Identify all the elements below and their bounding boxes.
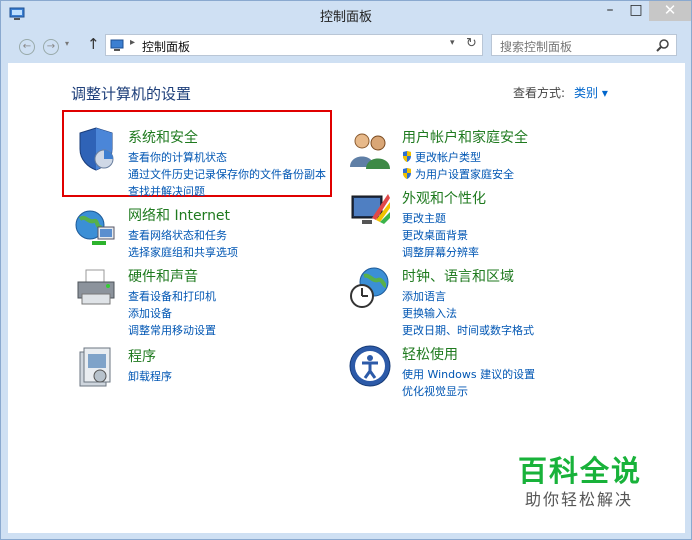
category-title-ease-of-access[interactable]: 轻松使用 <box>402 344 458 364</box>
category-title-appearance[interactable]: 外观和个性化 <box>402 188 486 208</box>
search-icon[interactable] <box>656 38 670 52</box>
appearance-icon <box>351 194 390 224</box>
link-change-account-type[interactable]: 更改帐户类型 <box>402 149 481 165</box>
category-title-system-security[interactable]: 系统和安全 <box>128 127 198 147</box>
uac-shield-icon <box>403 151 411 162</box>
category-title-clock-language-region[interactable]: 时钟、语言和区域 <box>402 266 514 286</box>
control-panel-window: 控制面板 – □ ✕ ← → ▾ ↑ ▸ 控制面板 ▾ ↻ 搜索控制面板 调整计 <box>0 0 692 540</box>
link-add-language[interactable]: 添加语言 <box>402 288 446 304</box>
address-bar: ← → ▾ ↑ ▸ 控制面板 ▾ ↻ 搜索控制面板 <box>1 29 691 63</box>
title-bar: 控制面板 – □ ✕ <box>1 1 691 29</box>
page-title: 调整计算机的设置 <box>71 85 192 103</box>
programs-icon <box>79 347 111 387</box>
window-title: 控制面板 <box>319 10 372 25</box>
link-homegroup-sharing[interactable]: 选择家庭组和共享选项 <box>128 244 238 260</box>
close-button[interactable]: ✕ <box>649 1 691 21</box>
view-by-label: 查看方式: <box>513 86 566 100</box>
printer-icon <box>77 269 115 305</box>
category-hardware-sound: 硬件和声音 查看设备和打印机 添加设备 调整常用移动设置 <box>74 266 334 338</box>
minimize-button[interactable]: – <box>597 1 623 21</box>
category-clock-language-region: 时钟、语言和区域 添加语言 更换输入法 更改日期、时间或数字格式 <box>348 266 668 338</box>
clock-globe-icon <box>350 267 389 308</box>
link-change-input-method[interactable]: 更换输入法 <box>402 305 457 321</box>
shield-icon <box>79 127 114 171</box>
link-change-theme[interactable]: 更改主题 <box>402 210 446 226</box>
view-by-dropdown[interactable]: 类别 ▾ <box>574 84 608 101</box>
category-programs: 程序 卸载程序 <box>74 346 334 391</box>
up-arrow-icon[interactable]: ↑ <box>87 35 100 53</box>
link-date-time-number-format[interactable]: 更改日期、时间或数字格式 <box>402 322 534 338</box>
network-globe-icon <box>75 210 115 245</box>
link-uninstall-program[interactable]: 卸载程序 <box>128 368 172 384</box>
back-button[interactable]: ← <box>19 39 35 55</box>
breadcrumb[interactable]: 控制面板 <box>142 38 190 55</box>
maximize-button[interactable]: □ <box>623 1 649 21</box>
category-ease-of-access: 轻松使用 使用 Windows 建议的设置 优化视觉显示 <box>348 344 648 398</box>
link-network-status[interactable]: 查看网络状态和任务 <box>128 227 227 243</box>
category-title-programs[interactable]: 程序 <box>128 346 156 366</box>
watermark-brand: 百科全说 <box>518 454 643 488</box>
forward-button[interactable]: → <box>43 39 59 55</box>
link-family-safety-label[interactable]: 为用户设置家庭安全 <box>415 168 514 181</box>
recent-locations-icon[interactable]: ▾ <box>65 39 69 48</box>
category-system-security: 系统和安全 查看你的计算机状态 通过文件历史记录保存你的文件备份副本 查找并解决… <box>74 127 334 199</box>
category-appearance: 外观和个性化 更改主题 更改桌面背景 调整屏幕分辨率 <box>348 188 648 260</box>
link-mobility-settings[interactable]: 调整常用移动设置 <box>128 322 216 338</box>
link-change-account-type-label[interactable]: 更改帐户类型 <box>415 151 481 164</box>
link-troubleshoot[interactable]: 查找并解决问题 <box>128 183 205 199</box>
users-icon <box>350 133 390 169</box>
refresh-icon[interactable]: ↻ <box>466 36 477 51</box>
category-user-accounts: 用户帐户和家庭安全 更改帐户类型 为用户设置家庭安全 <box>348 127 648 181</box>
link-optimize-visual-display[interactable]: 优化视觉显示 <box>402 383 468 399</box>
link-recommended-settings[interactable]: 使用 Windows 建议的设置 <box>402 366 535 382</box>
search-input[interactable]: 搜索控制面板 <box>491 34 677 56</box>
category-title-network-internet[interactable]: 网络和 Internet <box>128 205 230 225</box>
watermark-tagline: 助你轻松解决 <box>525 490 634 509</box>
link-file-history-backup[interactable]: 通过文件历史记录保存你的文件备份副本 <box>128 166 326 182</box>
link-view-computer-status[interactable]: 查看你的计算机状态 <box>128 149 227 165</box>
main-content: 调整计算机的设置 查看方式: 类别 ▾ 系统和安全 查看你的计算机状态 通过文件… <box>8 63 685 533</box>
address-field[interactable]: ▸ 控制面板 ▾ ↻ <box>105 34 483 56</box>
link-devices-printers[interactable]: 查看设备和打印机 <box>128 288 216 304</box>
link-family-safety[interactable]: 为用户设置家庭安全 <box>402 166 514 182</box>
category-title-user-accounts[interactable]: 用户帐户和家庭安全 <box>402 127 528 147</box>
ease-of-access-icon <box>349 345 391 387</box>
link-add-device[interactable]: 添加设备 <box>128 305 172 321</box>
uac-shield-icon <box>403 168 411 179</box>
chevron-down-icon[interactable]: ▾ <box>450 38 455 48</box>
control-panel-icon <box>110 39 124 51</box>
link-screen-resolution[interactable]: 调整屏幕分辨率 <box>402 244 479 260</box>
breadcrumb-separator-icon[interactable]: ▸ <box>130 37 135 48</box>
link-change-desktop-background[interactable]: 更改桌面背景 <box>402 227 468 243</box>
search-placeholder: 搜索控制面板 <box>500 40 573 54</box>
category-title-hardware-sound[interactable]: 硬件和声音 <box>128 266 198 286</box>
category-network-internet: 网络和 Internet 查看网络状态和任务 选择家庭组和共享选项 <box>74 205 334 259</box>
